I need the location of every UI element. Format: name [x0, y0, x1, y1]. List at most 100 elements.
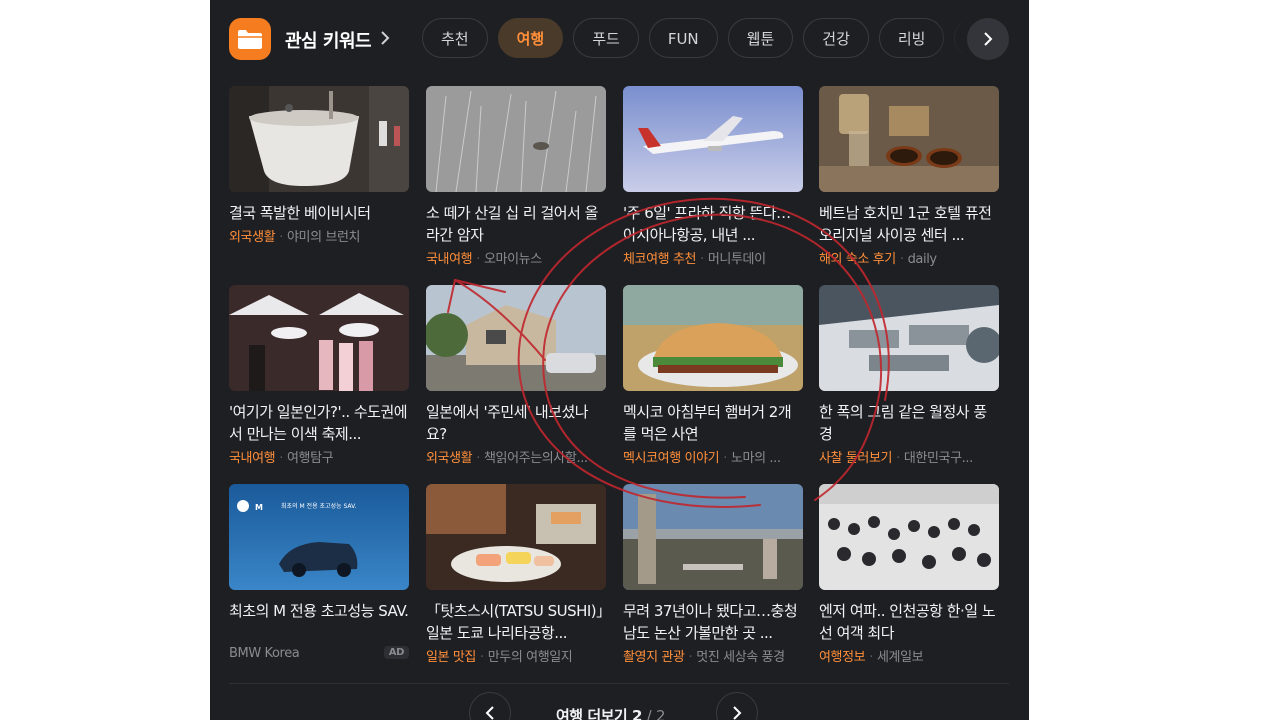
ad-card[interactable]: M 최초의 M 전용 초고성능 SAV. 최초의 M 전용 초고성능 SAV. …: [229, 484, 409, 661]
news-card[interactable]: 멕시코 아침부터 햄버거 2개를 먹은 사연 멕시코여행 이야기 · 노마의 ...: [623, 285, 803, 466]
card-meta: BMW Korea AD: [229, 646, 409, 661]
card-title[interactable]: 베트남 호치민 1군 호텔 퓨전 오리지널 사이공 센터 ...: [819, 202, 999, 246]
card-source: 멋진 세상속 풍경: [696, 650, 785, 665]
card-thumbnail[interactable]: [229, 285, 409, 391]
card-source: 대한민국구...: [903, 451, 973, 466]
card-meta: 국내여행 · 여행탐구: [229, 447, 409, 466]
news-card[interactable]: 일본에서 '주민세' 내보셨나요? 외국생활 · 책읽어주는의사할...: [426, 285, 606, 466]
keyword-title[interactable]: 관심 키워드: [285, 27, 372, 53]
next-page-button[interactable]: [716, 692, 758, 720]
tab-webtoon[interactable]: 웹툰: [727, 18, 794, 58]
card-thumbnail[interactable]: [819, 484, 999, 590]
pager: 여행 더보기 2 / 2: [210, 692, 1029, 720]
separator-dot: ·: [476, 252, 480, 267]
news-card[interactable]: 베트남 호치민 1군 호텔 퓨전 오리지널 사이공 센터 ... 해외 숙소 후…: [819, 86, 999, 267]
card-meta: 사찰 둘러보기 · 대한민국구...: [819, 447, 999, 466]
card-meta: 해외 숙소 후기 · daily: [819, 248, 999, 267]
pager-label[interactable]: 여행 더보기 2 / 2: [556, 705, 665, 720]
card-category: 사찰 둘러보기: [819, 451, 893, 466]
news-card[interactable]: 엔저 여파.. 인천공항 한·일 노선 여객 최다 여행정보 · 세계일보: [819, 484, 999, 665]
tab-recommend[interactable]: 추천: [422, 18, 488, 58]
news-card[interactable]: 무려 37년이나 됐다고…충청남도 논산 가볼만한 곳 ... 촬영지 관광 · 멋…: [623, 484, 803, 665]
separator-dot: ·: [723, 451, 727, 466]
card-thumbnail[interactable]: [819, 285, 999, 391]
card-meta: 촬영지 관광 · 멋진 세상속 풍경: [623, 646, 803, 665]
prev-page-button[interactable]: [469, 692, 511, 720]
category-tabs: 추천여행푸드FUN웹툰건강리빙패션: [422, 18, 962, 60]
total-pages: 2: [655, 707, 666, 720]
card-meta: 멕시코여행 이야기 · 노마의 ...: [623, 447, 803, 466]
card-source: 머니투데이: [707, 252, 766, 267]
svg-text:M: M: [255, 503, 263, 512]
card-title[interactable]: 엔저 여파.. 인천공항 한·일 노선 여객 최다: [819, 600, 999, 644]
card-title[interactable]: 무려 37년이나 됐다고…충청남도 논산 가볼만한 곳 ...: [623, 600, 803, 644]
separator-dot: ·: [476, 451, 480, 466]
tabs-next-button[interactable]: [967, 18, 1009, 60]
card-source: 야미의 브런치: [286, 230, 361, 245]
chevron-right-icon[interactable]: [380, 30, 390, 50]
news-card[interactable]: 한 폭의 그림 같은 월정사 풍경 사찰 둘러보기 · 대한민국구...: [819, 285, 999, 466]
card-category: 국내여행: [426, 252, 473, 267]
tab-fun[interactable]: FUN: [648, 18, 718, 58]
card-title[interactable]: '주 6일' 프라하 직항 뜬다…아시아나항공, 내년 ...: [623, 202, 803, 246]
card-thumbnail[interactable]: [623, 285, 803, 391]
card-meta: 체코여행 추천 · 머니투데이: [623, 248, 803, 267]
current-page: 2: [631, 707, 642, 720]
tab-travel[interactable]: 여행: [497, 18, 564, 58]
card-source: 책읽어주는의사할...: [483, 451, 588, 466]
card-title[interactable]: 소 떼가 산길 십 리 걸어서 올라간 암자: [426, 202, 606, 246]
card-source: 여행탐구: [286, 451, 334, 466]
divider: [229, 683, 1009, 684]
card-thumbnail[interactable]: [819, 86, 999, 192]
card-thumbnail[interactable]: [426, 86, 606, 192]
chevron-right-icon: [984, 32, 993, 46]
news-card[interactable]: '주 6일' 프라하 직항 뜬다…아시아나항공, 내년 ... 체코여행 추천 ·…: [623, 86, 803, 267]
news-panel: 관심 키워드 추천여행푸드FUN웹툰건강리빙패션 결: [210, 0, 1029, 720]
card-title[interactable]: 결국 폭발한 베이비시터: [229, 202, 409, 224]
tabs-fade: [929, 18, 969, 60]
tab-food[interactable]: 푸드: [573, 18, 639, 58]
card-meta: 여행정보 · 세계일보: [819, 646, 999, 665]
card-source: BMW Korea: [229, 646, 300, 661]
chevron-left-icon: [485, 706, 494, 720]
card-title[interactable]: '여기가 일본인가?'.. 수도권에서 만나는 이색 축제...: [229, 401, 409, 445]
card-source: 오마이뉴스: [483, 252, 542, 267]
card-thumbnail[interactable]: [229, 86, 409, 192]
card-thumbnail[interactable]: [426, 285, 606, 391]
card-title[interactable]: 멕시코 아침부터 햄버거 2개를 먹은 사연: [623, 401, 803, 445]
card-title[interactable]: 일본에서 '주민세' 내보셨나요?: [426, 401, 606, 445]
separator-dot: ·: [896, 451, 900, 466]
separator-dot: ·: [700, 252, 704, 267]
chevron-right-icon: [733, 706, 742, 720]
card-title[interactable]: 「탓츠스시(TATSU SUSHI)」일본 도쿄 나리타공항...: [426, 600, 606, 644]
ad-caption: 최초의 M 전용 초고성능 SAV.: [281, 502, 356, 510]
ad-badge: AD: [383, 646, 409, 659]
news-card[interactable]: 결국 폭발한 베이비시터 외국생활 · 야미의 브런치: [229, 86, 409, 245]
card-thumbnail[interactable]: [623, 484, 803, 590]
keyword-header: 관심 키워드 추천여행푸드FUN웹툰건강리빙패션: [229, 18, 1009, 62]
card-category: 국내여행: [229, 451, 276, 466]
more-label: 여행 더보기: [556, 707, 628, 720]
card-source: daily: [907, 252, 938, 267]
card-title[interactable]: 한 폭의 그림 같은 월정사 풍경: [819, 401, 999, 445]
card-thumbnail[interactable]: M 최초의 M 전용 초고성능 SAV.: [229, 484, 409, 590]
card-category: 외국생활: [229, 230, 276, 245]
card-meta: 외국생활 · 책읽어주는의사할...: [426, 447, 606, 466]
card-meta: 국내여행 · 오마이뉴스: [426, 248, 606, 267]
tab-health[interactable]: 건강: [803, 18, 869, 58]
page-separator: /: [646, 707, 652, 720]
news-card[interactable]: 「탓츠스시(TATSU SUSHI)」일본 도쿄 나리타공항... 일본 맛집 ·…: [426, 484, 606, 665]
news-card[interactable]: 소 떼가 산길 십 리 걸어서 올라간 암자 국내여행 · 오마이뉴스: [426, 86, 606, 267]
card-source: 노마의 ...: [730, 451, 781, 466]
card-thumbnail[interactable]: [623, 86, 803, 192]
separator-dot: ·: [279, 451, 283, 466]
news-card[interactable]: '여기가 일본인가?'.. 수도권에서 만나는 이색 축제... 국내여행 · 여행…: [229, 285, 409, 466]
card-category: 외국생활: [426, 451, 473, 466]
card-thumbnail[interactable]: [426, 484, 606, 590]
card-title[interactable]: 최초의 M 전용 초고성능 SAV.: [229, 600, 409, 644]
separator-dot: ·: [688, 650, 693, 665]
card-category: 멕시코여행 이야기: [623, 451, 720, 466]
card-meta: 외국생활 · 야미의 브런치: [229, 226, 409, 245]
card-category: 체코여행 추천: [623, 252, 697, 267]
separator-dot: ·: [869, 650, 873, 665]
